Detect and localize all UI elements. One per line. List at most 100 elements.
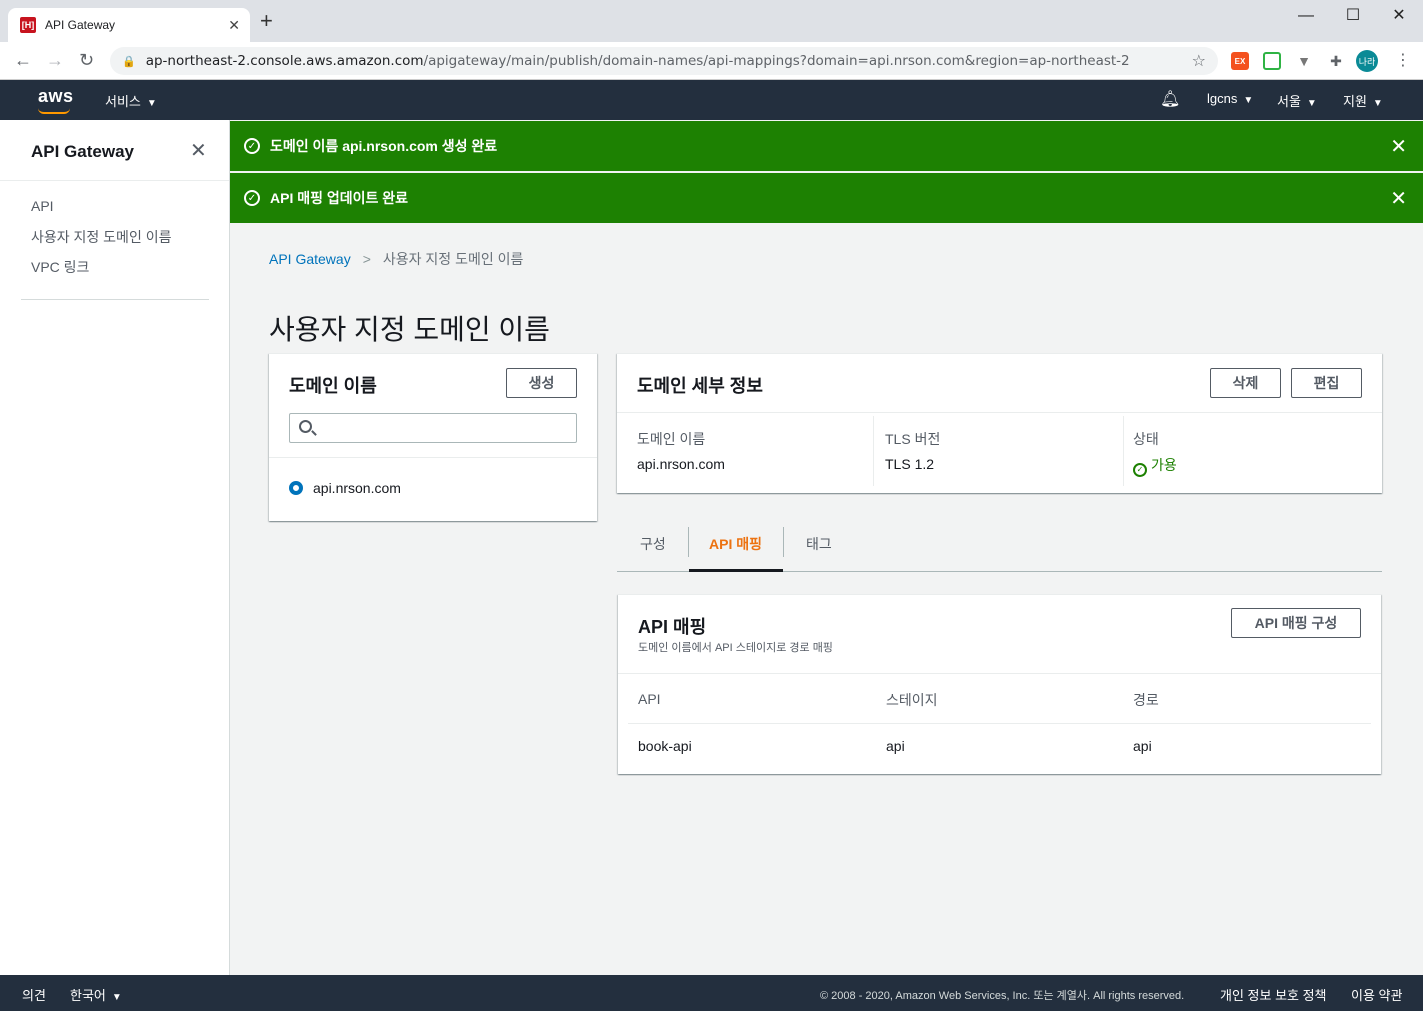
- domain-radio-selected[interactable]: [289, 481, 303, 495]
- close-icon[interactable]: ✕: [190, 138, 207, 163]
- domain-names-panel: 도메인 이름 생성 api.nrson.com: [269, 353, 597, 521]
- aws-logo[interactable]: aws: [38, 86, 74, 107]
- configure-api-mappings-button[interactable]: API 매핑 구성: [1231, 608, 1361, 638]
- language-selector[interactable]: 한국어 ▼: [70, 985, 122, 1004]
- browser-tab-bar: [H] API Gateway ✕ + — ☐ ✕: [0, 0, 1423, 42]
- privacy-policy-link[interactable]: 개인 정보 보호 정책: [1220, 985, 1327, 1004]
- panel-title: 도메인 세부 정보: [637, 376, 763, 396]
- new-tab-icon[interactable]: +: [260, 10, 273, 32]
- divider: [628, 723, 1371, 724]
- domain-list-item[interactable]: api.nrson.com: [313, 480, 401, 496]
- caret-down-icon: ▼: [1372, 98, 1383, 109]
- api-mappings-panel: API 매핑 도메인 이름에서 API 스테이지로 경로 매핑 API 매핑 구…: [618, 594, 1381, 774]
- breadcrumb-api-gateway[interactable]: API Gateway: [269, 251, 351, 267]
- tab-separator: [688, 527, 689, 557]
- bookmark-star-icon[interactable]: ☆: [1192, 51, 1206, 71]
- cell-stage: api: [886, 738, 905, 754]
- address-bar[interactable]: 🔒 ap-northeast-2.console.aws.amazon.com/…: [110, 47, 1218, 75]
- chevron-right-icon: >: [362, 251, 371, 267]
- minimize-icon[interactable]: —: [1283, 4, 1329, 28]
- services-menu[interactable]: 서비스 ▼: [105, 91, 157, 110]
- copyright-text: © 2008 - 2020, Amazon Web Services, Inc.…: [820, 990, 1185, 1002]
- status-value: ✓ 가용: [1133, 455, 1177, 477]
- flash-mapping-updated: ✓ API 매핑 업데이트 완료 ✕: [230, 173, 1423, 223]
- divider: [0, 180, 229, 181]
- tab-configuration[interactable]: 구성: [640, 534, 666, 554]
- tab-api-mappings[interactable]: API 매핑: [709, 534, 762, 554]
- close-icon[interactable]: ✕: [1390, 134, 1407, 159]
- flash-message: API 매핑 업데이트 완료: [270, 190, 409, 206]
- caret-down-icon: ▼: [111, 992, 122, 1003]
- close-tab-icon[interactable]: ✕: [228, 17, 240, 34]
- extension-screen-icon[interactable]: [1263, 52, 1281, 70]
- tls-version-label: TLS 버전: [885, 431, 941, 447]
- create-domain-button[interactable]: 생성: [506, 368, 577, 398]
- success-check-icon: ✓: [244, 190, 260, 206]
- extensions-puzzle-icon[interactable]: ✚: [1327, 52, 1345, 70]
- caret-down-icon: ▼: [146, 98, 157, 109]
- forward-icon[interactable]: →: [46, 49, 64, 71]
- active-tab-indicator: [689, 569, 783, 572]
- window-close-icon[interactable]: ✕: [1376, 4, 1422, 28]
- edit-button[interactable]: 편집: [1291, 368, 1362, 398]
- sidebar-item-api[interactable]: API: [31, 198, 54, 214]
- column-header-api: API: [638, 691, 661, 707]
- reload-icon[interactable]: ↻: [79, 49, 94, 71]
- panel-title: API 매핑: [638, 617, 707, 637]
- sidebar-item-vpc-links[interactable]: VPC 링크: [31, 257, 89, 277]
- aws-console-header: aws 서비스 ▼ 🔔︎ lgcns ▼ 서울 ▼ 지원 ▼: [0, 80, 1423, 120]
- column-header-stage: 스테이지: [886, 692, 938, 708]
- column-header-path: 경로: [1133, 692, 1159, 708]
- panel-subtitle: 도메인 이름에서 API 스테이지로 경로 매핑: [638, 642, 833, 654]
- extension-ex-icon[interactable]: EX: [1231, 52, 1249, 70]
- divider: [269, 457, 597, 458]
- delete-button[interactable]: 삭제: [1210, 368, 1281, 398]
- url-text: ap-northeast-2.console.aws.amazon.com/ap…: [145, 53, 1130, 69]
- lock-icon: 🔒: [122, 55, 136, 68]
- tls-version-value: TLS 1.2: [885, 456, 935, 472]
- extension-v-icon[interactable]: ▼: [1295, 52, 1313, 70]
- profile-avatar[interactable]: 나라: [1356, 50, 1378, 72]
- browser-tab-title: API Gateway: [45, 18, 116, 32]
- panel-title: 도메인 이름: [289, 376, 377, 396]
- account-menu[interactable]: lgcns ▼: [1207, 91, 1253, 106]
- sidebar-item-custom-domain-names[interactable]: 사용자 지정 도메인 이름: [31, 227, 171, 247]
- aws-smile-icon: [38, 108, 70, 114]
- caret-down-icon: ▼: [1306, 98, 1317, 109]
- domain-name-value: api.nrson.com: [637, 456, 725, 472]
- browser-toolbar: ← → ↻ 🔒 ap-northeast-2.console.aws.amazo…: [0, 42, 1423, 80]
- page-title: 사용자 지정 도메인 이름: [269, 314, 550, 345]
- sidebar-title: API Gateway: [31, 142, 134, 161]
- domain-search-input[interactable]: [289, 413, 577, 443]
- divider: [617, 412, 1382, 413]
- region-menu[interactable]: 서울 ▼: [1277, 91, 1317, 110]
- caret-down-icon: ▼: [1243, 95, 1254, 106]
- breadcrumb: API Gateway > 사용자 지정 도메인 이름: [269, 249, 523, 269]
- close-icon[interactable]: ✕: [1390, 186, 1407, 211]
- status-check-icon: ✓: [1133, 463, 1147, 477]
- flash-domain-created: ✓ 도메인 이름 api.nrson.com 생성 완료 ✕: [230, 121, 1423, 171]
- status-label: 상태: [1133, 431, 1159, 447]
- api-gateway-favicon-icon: [H]: [20, 17, 36, 33]
- tab-separator: [783, 527, 784, 557]
- tab-tags[interactable]: 태그: [806, 534, 832, 554]
- domain-details-panel: 도메인 세부 정보 삭제 편집 도메인 이름 api.nrson.com TLS…: [617, 353, 1382, 493]
- cell-path: api: [1133, 738, 1152, 754]
- browser-menu-icon[interactable]: ⋮: [1395, 50, 1411, 70]
- flash-message: 도메인 이름 api.nrson.com 생성 완료: [270, 138, 498, 154]
- sidebar: API Gateway ✕ API 사용자 지정 도메인 이름 VPC 링크: [0, 120, 230, 975]
- feedback-link[interactable]: 의견: [22, 985, 46, 1004]
- terms-link[interactable]: 이용 약관: [1351, 985, 1402, 1004]
- notifications-bell-icon[interactable]: 🔔︎: [1160, 89, 1180, 109]
- support-menu[interactable]: 지원 ▼: [1343, 91, 1383, 110]
- domain-name-label: 도메인 이름: [637, 431, 706, 447]
- divider: [1123, 416, 1124, 486]
- divider: [21, 299, 209, 300]
- back-icon[interactable]: ←: [14, 49, 32, 71]
- cell-api: book-api: [638, 738, 692, 754]
- breadcrumb-current: 사용자 지정 도메인 이름: [382, 251, 524, 267]
- browser-tab[interactable]: [H] API Gateway ✕: [8, 8, 250, 42]
- maximize-icon[interactable]: ☐: [1330, 4, 1376, 28]
- search-icon: [299, 420, 312, 433]
- divider: [873, 416, 874, 486]
